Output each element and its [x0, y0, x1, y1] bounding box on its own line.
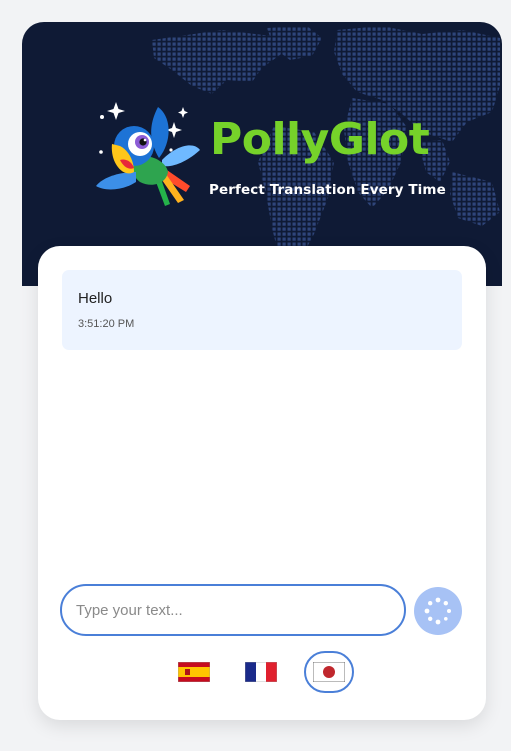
spain-flag-icon: [178, 662, 210, 682]
language-french[interactable]: [236, 651, 286, 693]
japan-flag-icon: [313, 662, 345, 682]
spinner-icon: [424, 597, 451, 625]
parrot-icon: [96, 102, 200, 206]
france-flag-icon: [245, 662, 277, 682]
brand-name: PollyGlot: [210, 114, 430, 165]
language-spanish[interactable]: [169, 651, 219, 693]
message-text: Hello: [78, 290, 113, 307]
message-bubble: Hello 3:51:20 PM: [62, 270, 462, 350]
language-japanese[interactable]: [304, 651, 354, 693]
brand-tagline: Perfect Translation Every Time: [209, 182, 446, 198]
chat-card: Hello 3:51:20 PM: [38, 246, 486, 720]
brand-logo: PollyGlot Perfect Translation Every Time: [74, 102, 454, 222]
message-timestamp: 3:51:20 PM: [78, 318, 135, 330]
text-input[interactable]: [60, 584, 406, 636]
send-button[interactable]: [414, 587, 462, 635]
